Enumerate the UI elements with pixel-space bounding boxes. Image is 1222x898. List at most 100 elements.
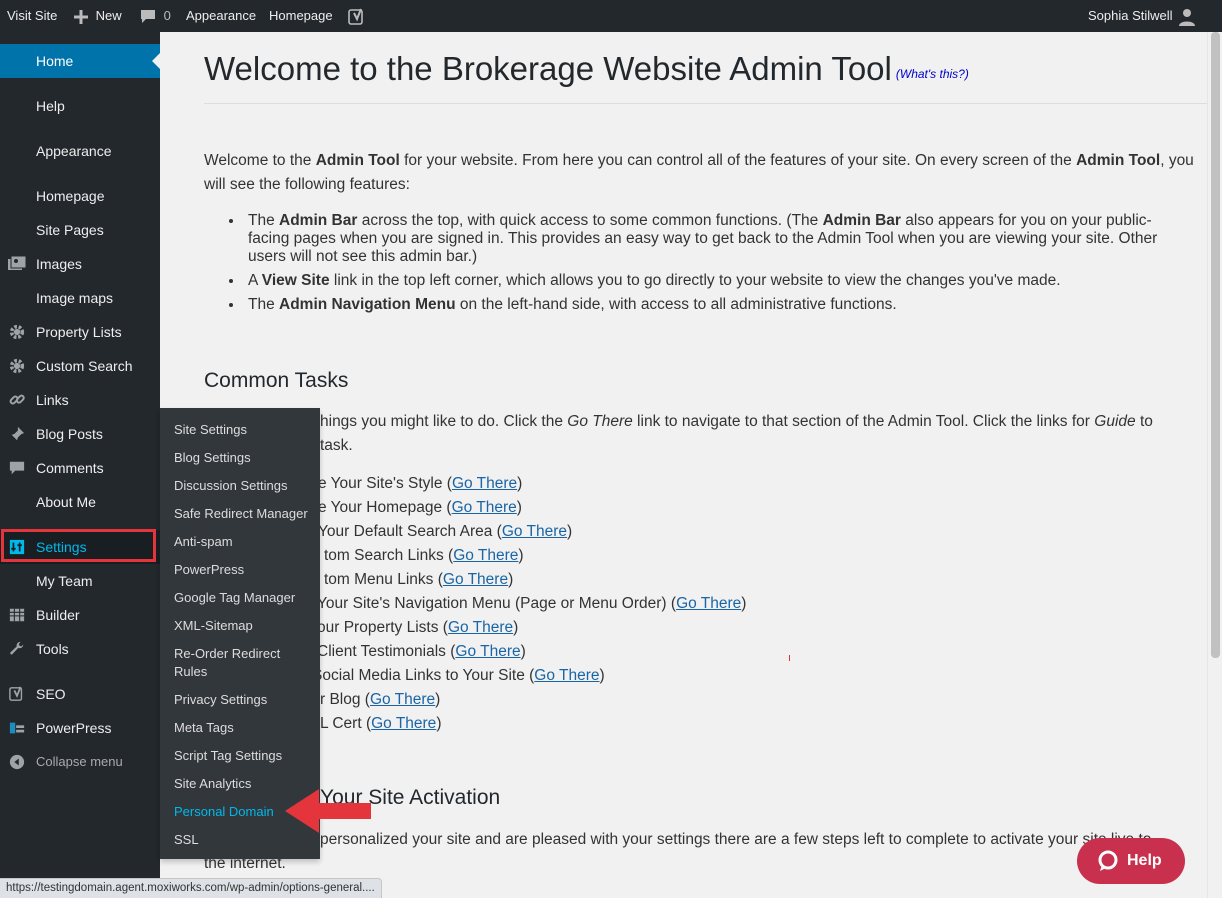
sidebar-item-tools[interactable]: Tools	[0, 632, 160, 666]
sidebar-item-blog-posts[interactable]: Blog Posts	[0, 417, 160, 451]
table-icon	[9, 608, 25, 622]
submenu-blog-settings[interactable]: Blog Settings	[174, 449, 314, 467]
settings-highlight-box	[1, 529, 156, 562]
sidebar-item-links[interactable]: Links	[0, 383, 160, 417]
link-icon	[9, 394, 25, 405]
admin-bar: Visit Site New 0 Appearance Homepage Sop…	[0, 0, 1222, 32]
title-divider	[204, 103, 1207, 104]
red-tick-mark	[789, 655, 790, 661]
common-tasks-intro: hings you might like to do. Click the Go…	[320, 413, 1153, 430]
red-arrow-annotation	[285, 789, 371, 833]
submenu-xml-sitemap[interactable]: XML-Sitemap	[174, 617, 314, 635]
task-item: e Your Homepage (Go There)	[318, 499, 522, 516]
sidebar-item-powerpress[interactable]: PowerPress	[0, 711, 160, 745]
go-there-link[interactable]: Go There	[455, 643, 520, 660]
sidebar-item-custom-search[interactable]: Custom Search	[0, 349, 160, 383]
submenu-safe-redirect-manager[interactable]: Safe Redirect Manager	[174, 505, 314, 523]
user-name[interactable]: Sophia Stilwell	[1088, 0, 1173, 32]
submenu-site-settings[interactable]: Site Settings	[174, 421, 314, 439]
sidebar-item-label: Images	[36, 256, 82, 272]
new-label: New	[95, 8, 122, 23]
task-item: Your Default Search Area (Go There)	[318, 523, 573, 540]
sidebar-item-label: PowerPress	[36, 720, 112, 736]
plus-icon	[74, 9, 88, 24]
page-title: Welcome to the Brokerage Website Admin T…	[204, 50, 969, 88]
scrollbar-thumb[interactable]	[1211, 32, 1220, 658]
task-item: tom Search Links (Go There)	[324, 547, 524, 564]
page-title-text: Welcome to the Brokerage Website Admin T…	[204, 50, 892, 87]
go-there-link[interactable]: Go There	[502, 523, 567, 540]
go-there-link[interactable]: Go There	[534, 667, 599, 684]
submenu-google-tag-manager[interactable]: Google Tag Manager	[174, 589, 314, 607]
yoast-button[interactable]	[348, 0, 366, 32]
common-tasks-intro-line2: task.	[320, 437, 353, 454]
sidebar-item-appearance[interactable]: Appearance	[0, 134, 160, 168]
submenu-anti-spam[interactable]: Anti-spam	[174, 533, 314, 551]
sidebar-item-seo[interactable]: SEO	[0, 677, 160, 711]
submenu-reorder-redirect-rules[interactable]: Re-Order Redirect Rules	[174, 645, 292, 681]
sidebar-item-my-team[interactable]: My Team	[0, 564, 160, 598]
sidebar-item-label: Image maps	[36, 290, 114, 306]
intro-paragraph: Welcome to the Admin Tool for your websi…	[204, 149, 1204, 197]
pin-icon	[9, 426, 25, 442]
admin-sidebar: Home Help Appearance Homepage Site Pages…	[0, 32, 160, 898]
collapse-menu-button[interactable]: Collapse menu	[0, 745, 160, 779]
new-button[interactable]: New	[74, 0, 122, 32]
appearance-link[interactable]: Appearance	[186, 0, 256, 32]
user-icon	[1179, 8, 1195, 26]
list-item: The Admin Bar across the top, with quick…	[244, 212, 1180, 266]
go-there-link[interactable]: Go There	[452, 475, 517, 492]
sidebar-item-property-lists[interactable]: Property Lists	[0, 315, 160, 349]
comment-icon	[9, 461, 25, 475]
sidebar-item-help[interactable]: Help	[0, 89, 160, 123]
go-there-link[interactable]: Go There	[448, 619, 513, 636]
homepage-link[interactable]: Homepage	[269, 0, 333, 32]
chat-bubble-icon	[1098, 850, 1118, 871]
yoast-icon	[9, 686, 23, 701]
go-there-link[interactable]: Go There	[453, 547, 518, 564]
sidebar-item-builder[interactable]: Builder	[0, 598, 160, 632]
go-there-link[interactable]: Go There	[452, 499, 517, 516]
sidebar-item-label: Collapse menu	[36, 754, 123, 769]
help-button[interactable]: Help	[1077, 838, 1185, 884]
go-there-link[interactable]: Go There	[443, 571, 508, 588]
visit-site-link[interactable]: Visit Site	[7, 0, 57, 32]
gear-icon	[9, 358, 25, 374]
user-avatar[interactable]	[1179, 0, 1195, 32]
task-item: r Blog (Go There)	[320, 691, 441, 708]
sidebar-item-label: Property Lists	[36, 324, 122, 340]
sidebar-item-site-pages[interactable]: Site Pages	[0, 213, 160, 247]
page-scrollbar[interactable]	[1207, 32, 1222, 898]
sidebar-item-home[interactable]: Home	[0, 44, 160, 78]
sidebar-item-label: Blog Posts	[36, 426, 103, 442]
submenu-meta-tags[interactable]: Meta Tags	[174, 719, 314, 737]
sidebar-item-label: Builder	[36, 607, 80, 623]
intro-bold: Admin Tool	[1076, 152, 1161, 169]
comments-count: 0	[163, 8, 171, 23]
sidebar-item-label: Links	[36, 392, 69, 408]
whats-this-link[interactable]: (What's this?)	[896, 67, 969, 81]
sidebar-item-about-me[interactable]: About Me	[0, 485, 160, 519]
common-tasks-heading: Common Tasks	[204, 369, 349, 392]
sidebar-item-images[interactable]: Images	[0, 247, 160, 281]
yoast-icon	[348, 8, 363, 25]
features-list: The Admin Bar across the top, with quick…	[220, 212, 1180, 320]
task-item: Social Media Links to Your Site (Go Ther…	[312, 667, 605, 684]
go-there-link[interactable]: Go There	[676, 595, 741, 612]
list-item: The Admin Navigation Menu on the left-ha…	[244, 296, 1180, 314]
go-there-link[interactable]: Go There	[371, 715, 436, 732]
sidebar-item-comments[interactable]: Comments	[0, 451, 160, 485]
intro-text: for your website. From here you can cont…	[399, 152, 1077, 169]
submenu-powerpress[interactable]: PowerPress	[174, 561, 314, 579]
comments-button[interactable]: 0	[140, 0, 171, 32]
collapse-icon	[9, 754, 25, 770]
status-bar-url: https://testingdomain.agent.moxiworks.co…	[0, 878, 382, 898]
submenu-discussion-settings[interactable]: Discussion Settings	[174, 477, 314, 495]
go-there-link[interactable]: Go There	[370, 691, 435, 708]
submenu-privacy-settings[interactable]: Privacy Settings	[174, 691, 314, 709]
gear-icon	[9, 324, 25, 340]
sidebar-item-homepage[interactable]: Homepage	[0, 179, 160, 213]
sidebar-item-image-maps[interactable]: Image maps	[0, 281, 160, 315]
submenu-script-tag-settings[interactable]: Script Tag Settings	[174, 747, 314, 765]
sidebar-item-label: Custom Search	[36, 358, 133, 374]
